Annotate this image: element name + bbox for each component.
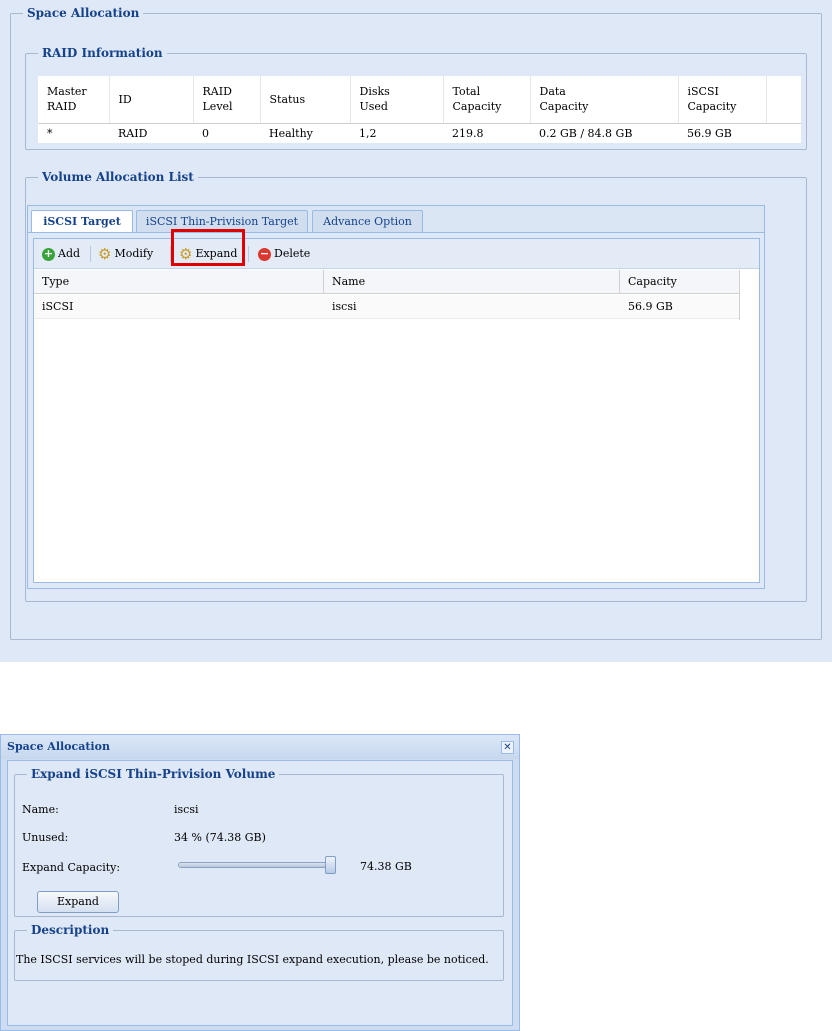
dialog-title: Space Allocation [1,735,519,759]
col-data-capacity[interactable]: Data Capacity [530,76,679,124]
gear-icon: ⚙ [98,245,112,263]
col-status[interactable]: Status [260,76,351,124]
toolbar-separator [90,246,91,262]
expand-volume-legend: Expand iSCSI Thin-Privision Volume [31,767,276,781]
col-type[interactable]: Type [34,270,324,294]
description-text: The ISCSI services will be stoped during… [16,953,489,966]
expand-button[interactable]: ⚙ Expand [179,243,237,265]
modify-button[interactable]: ⚙ Modify [98,243,153,265]
expand-dialog: Space Allocation ✕ Expand iSCSI Thin-Pri… [0,734,520,1031]
add-button[interactable]: + Add [42,243,80,265]
cell-total-capacity: 219.8 [452,126,484,140]
delete-label: Delete [274,247,311,260]
volume-grid: + Add ⚙ Modify ⚙ Expand − Delete Type Na… [33,229,760,583]
cell-capacity: 56.9 GB [628,300,673,313]
cell-data-capacity: 0.2 GB / 84.8 GB [539,126,633,140]
expand-capacity-label: Expand Capacity: [22,861,121,874]
volume-allocation-legend: Volume Allocation List [42,170,194,184]
slider-thumb[interactable] [325,856,336,874]
plus-circle-icon: + [42,246,55,261]
col-master-raid[interactable]: Master RAID [38,76,110,124]
space-allocation-panel: Space Allocation RAID Information Master… [0,0,832,662]
description-fieldset: Description The ISCSI services will be s… [14,923,504,981]
name-label: Name: [22,803,59,816]
col-disks-used[interactable]: Disks Used [350,76,444,124]
description-legend: Description [31,923,110,937]
grid-scrollbar[interactable] [739,270,759,320]
capacity-slider[interactable] [178,862,334,868]
raid-information-legend: RAID Information [42,46,163,60]
volume-allocation-fieldset: Volume Allocation List iSCSI Target iSCS… [25,170,807,602]
gear-icon: ⚙ [179,245,193,263]
col-raid-level[interactable]: RAID Level [193,76,261,124]
expand-label: Expand [195,247,238,260]
cell-type: iSCSI [42,300,74,313]
modify-label: Modify [114,247,154,260]
unused-label: Unused: [22,831,69,844]
cell-iscsi-capacity: 56.9 GB [687,126,732,140]
raid-table-header: Master RAID ID RAID Level Status Disks Used… [38,76,801,124]
raid-information-fieldset: RAID Information Master RAID ID RAID Level… [25,46,807,150]
minus-circle-icon: − [258,246,271,261]
cell-master: * [47,126,53,140]
delete-button[interactable]: − Delete [258,243,310,265]
col-total-capacity[interactable]: Total Capacity [443,76,531,124]
raid-table: Master RAID ID RAID Level Status Disks Used… [38,76,801,143]
col-iscsi-capacity[interactable]: iSCSI Capacity [678,76,767,124]
close-icon[interactable]: ✕ [501,741,514,754]
add-label: Add [58,247,81,260]
tab-advance-option[interactable]: Advance Option [312,210,423,234]
cell-disks-used: 1,2 [359,126,377,140]
name-value: iscsi [174,803,199,816]
expand-submit-button[interactable]: Expand [37,891,119,913]
tab-strip: iSCSI Target iSCSI Thin-Privision Target… [27,205,765,235]
col-name[interactable]: Name [324,270,620,294]
tab-body: + Add ⚙ Modify ⚙ Expand − Delete Type Na… [27,229,765,589]
space-allocation-fieldset: Space Allocation RAID Information Master… [10,6,822,640]
slider-fill [179,863,333,867]
tab-iscsi-thin-provision-target[interactable]: iSCSI Thin-Privision Target [136,210,308,234]
table-row[interactable]: iSCSI iscsi 56.9 GB [34,295,740,319]
dialog-body: Expand iSCSI Thin-Privision Volume Name:… [7,760,513,1026]
grid-header: Type Name Capacity [34,270,759,294]
col-id[interactable]: ID [109,76,194,124]
raid-row[interactable]: * RAID 0 Healthy 1,2 219.8 0.2 GB / 84.8… [38,123,801,143]
col-filler [766,76,801,124]
expand-volume-fieldset: Expand iSCSI Thin-Privision Volume Name:… [14,767,504,917]
col-capacity[interactable]: Capacity [620,270,740,294]
cell-raid-level: 0 [202,126,209,140]
cell-status: Healthy [269,126,313,140]
expand-capacity-value: 74.38 GB [360,860,412,873]
toolbar-separator [248,246,249,262]
cell-id: RAID [118,126,148,140]
unused-value: 34 % (74.38 GB) [174,831,266,844]
cell-name: iscsi [332,300,357,313]
toolbar-separator [170,246,171,262]
space-allocation-legend: Space Allocation [27,6,140,20]
volume-toolbar: + Add ⚙ Modify ⚙ Expand − Delete [34,229,759,269]
